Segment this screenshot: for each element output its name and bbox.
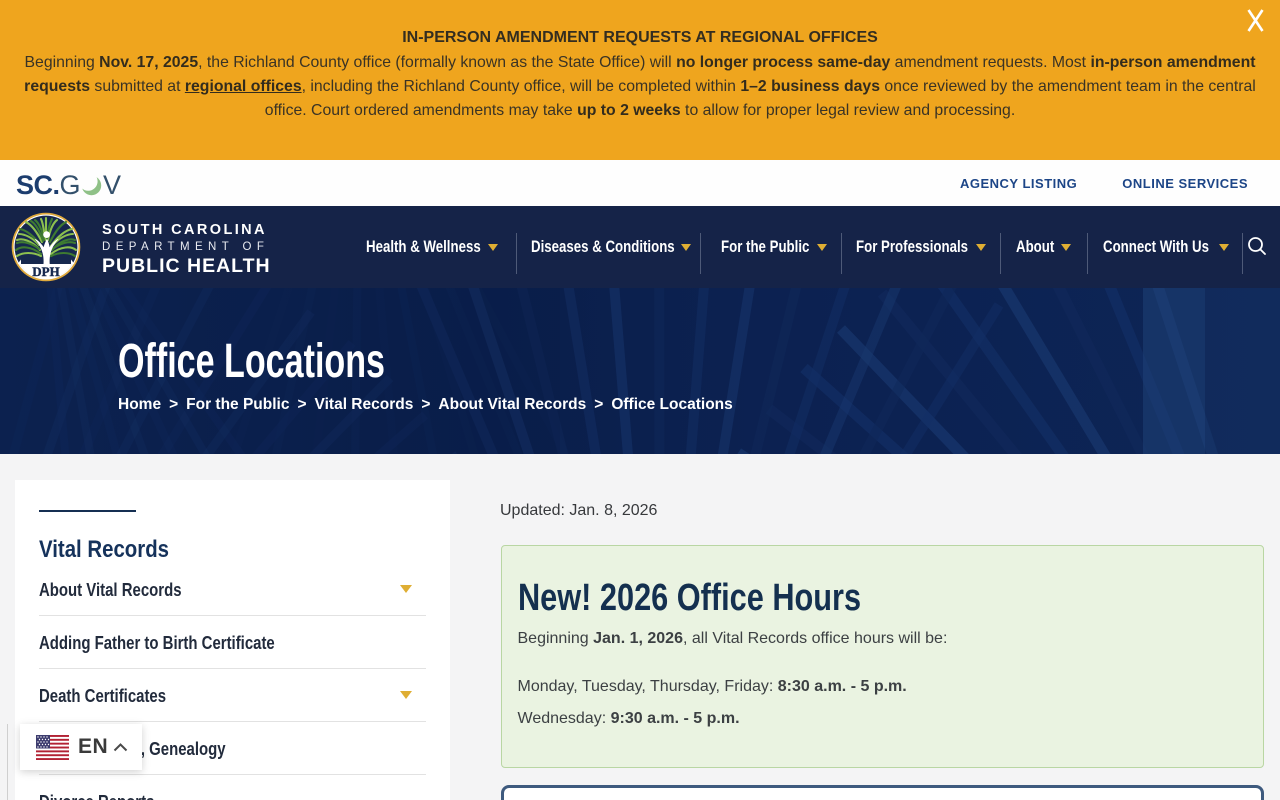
svg-text:DPH: DPH [32,264,59,279]
